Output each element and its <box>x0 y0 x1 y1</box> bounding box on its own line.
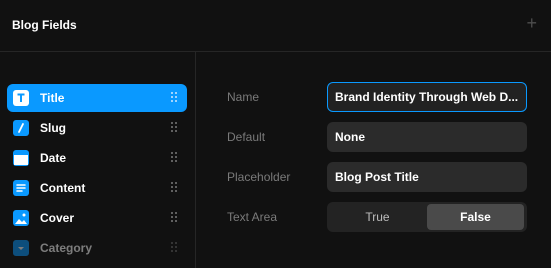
field-list: Title Slug Date Content Cover Category <box>0 52 196 268</box>
drag-handle-icon[interactable] <box>170 151 178 163</box>
placeholder-label: Placeholder <box>227 170 291 184</box>
default-label: Default <box>227 130 266 144</box>
drag-handle-icon[interactable] <box>170 91 178 103</box>
default-select[interactable]: None <box>327 122 527 152</box>
sidebar-item-cover[interactable]: Cover <box>7 204 187 232</box>
text-area-toggle: True False <box>327 202 527 232</box>
image-icon <box>13 210 29 226</box>
drag-handle-icon[interactable] <box>170 121 178 133</box>
sidebar-item-label: Slug <box>40 121 66 135</box>
panel-header: Blog Fields + <box>0 0 551 52</box>
text-t-icon <box>13 90 29 106</box>
sidebar-item-slug[interactable]: Slug <box>7 114 187 142</box>
sidebar-item-category[interactable]: Category <box>7 234 187 262</box>
field-settings: Name Brand Identity Through Web D... Def… <box>196 52 551 268</box>
sidebar-item-content[interactable]: Content <box>7 174 187 202</box>
sidebar-item-label: Cover <box>40 211 75 225</box>
rich-text-icon <box>13 180 29 196</box>
sidebar-item-label: Category <box>40 241 93 255</box>
placeholder-input[interactable]: Blog Post Title <box>327 162 527 192</box>
sidebar-item-label: Content <box>40 181 86 195</box>
sidebar-item-label: Title <box>40 91 65 105</box>
drag-handle-icon[interactable] <box>170 181 178 193</box>
name-input[interactable]: Brand Identity Through Web D... <box>327 82 527 112</box>
sidebar-item-label: Date <box>40 151 67 165</box>
name-label: Name <box>227 90 260 104</box>
add-field-button[interactable]: + <box>526 13 537 33</box>
text-area-true-option[interactable]: True <box>329 204 426 230</box>
placeholder-input-value: Blog Post Title <box>335 170 419 184</box>
dropdown-icon <box>13 240 29 256</box>
calendar-icon <box>13 150 29 166</box>
name-input-value: Brand Identity Through Web D... <box>335 90 519 104</box>
drag-handle-icon[interactable] <box>170 241 178 253</box>
text-area-label: Text Area <box>227 210 278 224</box>
text-area-false-option[interactable]: False <box>427 204 524 230</box>
drag-handle-icon[interactable] <box>170 211 178 223</box>
sidebar-item-date[interactable]: Date <box>7 144 187 172</box>
sidebar-item-title[interactable]: Title <box>7 84 187 112</box>
slug-slash-icon <box>13 120 29 136</box>
panel-title: Blog Fields <box>12 18 77 32</box>
default-select-value: None <box>335 130 365 144</box>
